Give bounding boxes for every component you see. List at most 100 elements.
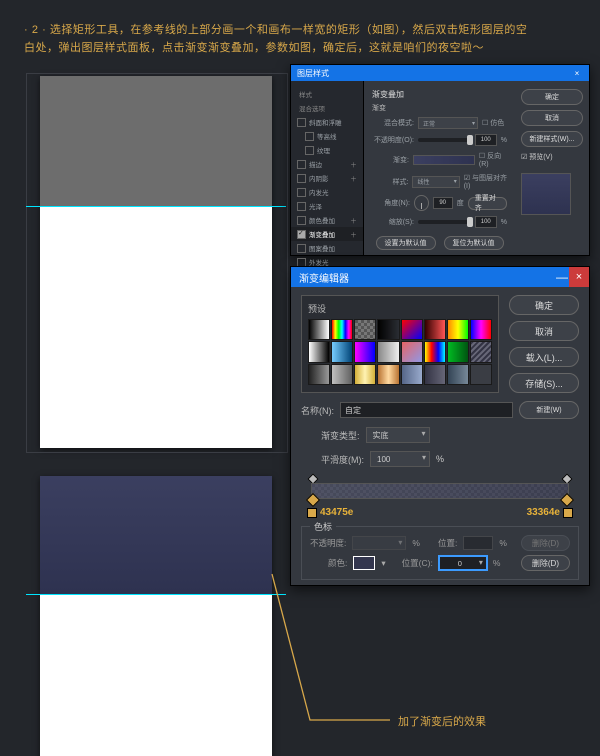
checkbox-icon[interactable] [297,188,306,197]
preset-swatch[interactable] [447,341,469,362]
scale-slider[interactable] [418,220,471,224]
layer-style-dialog: 图层样式 × 样式 混合选项 斜面和浮雕等高线纹理描边＋内阴影＋内发光光泽颜色叠… [290,64,590,256]
new-button[interactable]: 新建(W) [519,401,579,419]
preset-swatch[interactable] [424,319,446,340]
scale-value[interactable]: 100 [475,216,497,228]
layer-style-titlebar[interactable]: 图层样式 × [291,65,589,81]
checkbox-icon[interactable] [305,132,314,141]
preset-swatch[interactable] [470,341,492,362]
preset-swatch[interactable] [447,364,469,385]
effect-图案叠加[interactable]: 图案叠加 [291,241,363,255]
ok-button[interactable]: 确定 [509,295,579,315]
reverse-check[interactable]: ☐ 反向(R) [479,151,507,168]
gradient-preview[interactable] [413,155,475,165]
close-icon[interactable]: × [571,69,583,78]
preset-swatch[interactable] [331,341,353,362]
effect-等高线[interactable]: 等高线 [291,129,363,143]
opacity-label: 不透明度(O): [372,135,414,145]
preset-swatch[interactable] [470,364,492,385]
preset-swatch[interactable] [401,341,423,362]
preset-swatch[interactable] [401,364,423,385]
preset-swatch[interactable] [308,319,330,340]
ok-button[interactable]: 确定 [521,89,583,105]
gradient-strip[interactable] [301,477,579,505]
dither-check[interactable]: ☐ 仿色 [482,118,504,128]
stops-title: 色标 [310,520,336,533]
layer-style-settings: 渐变叠加 渐变 混合模式: 正常▾ ☐ 仿色 不透明度(O): 100 % 渐变… [364,81,515,255]
opacity-value[interactable]: 100 [475,134,497,146]
color-chip[interactable] [353,556,375,570]
effect-斜面和浮雕[interactable]: 斜面和浮雕 [291,115,363,129]
plus-icon[interactable]: ＋ [350,229,357,239]
blend-mode-select[interactable]: 正常▾ [418,117,478,129]
reset-default-button[interactable]: 复位为默认值 [444,236,504,250]
preset-swatch[interactable] [331,319,353,340]
effect-描边[interactable]: 描边＋ [291,157,363,171]
gradient-label: 渐变: [372,155,409,165]
angle-dial[interactable] [414,195,429,211]
cancel-button[interactable]: 取消 [521,110,583,126]
stops-group: 色标 不透明度: % 位置: % 删除(D) 颜色: ▾ 位置(C): 0 % … [301,526,579,580]
checkbox-icon[interactable] [297,244,306,253]
make-default-button[interactable]: 设置为默认值 [376,236,436,250]
checkbox-icon[interactable] [305,146,314,155]
annotation-label: 加了渐变后的效果 [398,713,486,729]
load-button[interactable]: 载入(L)... [509,347,579,367]
guide-line [26,206,286,207]
preset-swatch[interactable] [308,364,330,385]
opacity-stop-left[interactable] [309,475,317,483]
effect-颜色叠加[interactable]: 颜色叠加＋ [291,213,363,227]
opacity-slider[interactable] [418,138,471,142]
position2-input[interactable]: 0 [439,556,487,570]
align-check[interactable]: ☑ 与图层对齐(I) [464,173,507,190]
checkbox-icon[interactable] [297,160,306,169]
close-icon[interactable]: × [569,267,589,287]
preset-swatch[interactable] [377,341,399,362]
preview-check[interactable]: ☑ 预览(V) [521,152,583,162]
plus-icon[interactable]: ＋ [350,159,357,169]
preset-swatch[interactable] [424,341,446,362]
minimize-icon[interactable]: — [555,270,569,284]
checkbox-icon[interactable] [297,118,306,127]
preset-swatch[interactable] [308,341,330,362]
checkbox-icon[interactable] [297,216,306,225]
preset-swatch[interactable] [377,364,399,385]
preset-swatch[interactable] [401,319,423,340]
smoothness-input[interactable]: 100 [370,451,430,467]
sidebar-category[interactable]: 混合选项 [291,101,363,115]
angle-value[interactable]: 90 [433,197,453,209]
checkbox-icon[interactable] [297,174,306,183]
presets-label: 预设 [308,302,492,315]
preset-swatch[interactable] [354,341,376,362]
plus-icon[interactable]: ＋ [350,215,357,225]
preset-swatch[interactable] [470,319,492,340]
preset-swatch[interactable] [354,319,376,340]
type-select[interactable]: 实底 [366,427,430,443]
color-stop-right[interactable] [562,495,572,505]
delete-button[interactable]: 删除(D) [521,555,570,571]
preset-swatch[interactable] [354,364,376,385]
style-select[interactable]: 线性▾ [412,176,459,188]
cancel-button[interactable]: 取消 [509,321,579,341]
name-input[interactable]: 自定 [340,402,513,418]
checkbox-icon[interactable] [297,202,306,211]
effect-纹理[interactable]: 纹理 [291,143,363,157]
save-button[interactable]: 存储(S)... [509,373,579,393]
gradient-editor-titlebar[interactable]: 渐变编辑器 — × [291,267,589,287]
rectangle-layer [40,76,272,206]
effect-内阴影[interactable]: 内阴影＋ [291,171,363,185]
reset-align-button[interactable]: 重置对齐 [468,197,507,210]
preset-swatch[interactable] [447,319,469,340]
preset-swatch[interactable] [331,364,353,385]
checkbox-icon[interactable] [297,230,306,239]
effect-光泽[interactable]: 光泽 [291,199,363,213]
effect-渐变叠加[interactable]: 渐变叠加＋ [291,227,363,241]
new-style-button[interactable]: 新建样式(W)... [521,131,583,147]
color-stop-left[interactable] [308,495,318,505]
sidebar-category[interactable]: 样式 [291,87,363,101]
preset-swatch[interactable] [424,364,446,385]
plus-icon[interactable]: ＋ [350,173,357,183]
effect-内发光[interactable]: 内发光 [291,185,363,199]
preset-swatch[interactable] [377,319,399,340]
opacity-stop-right[interactable] [563,475,571,483]
